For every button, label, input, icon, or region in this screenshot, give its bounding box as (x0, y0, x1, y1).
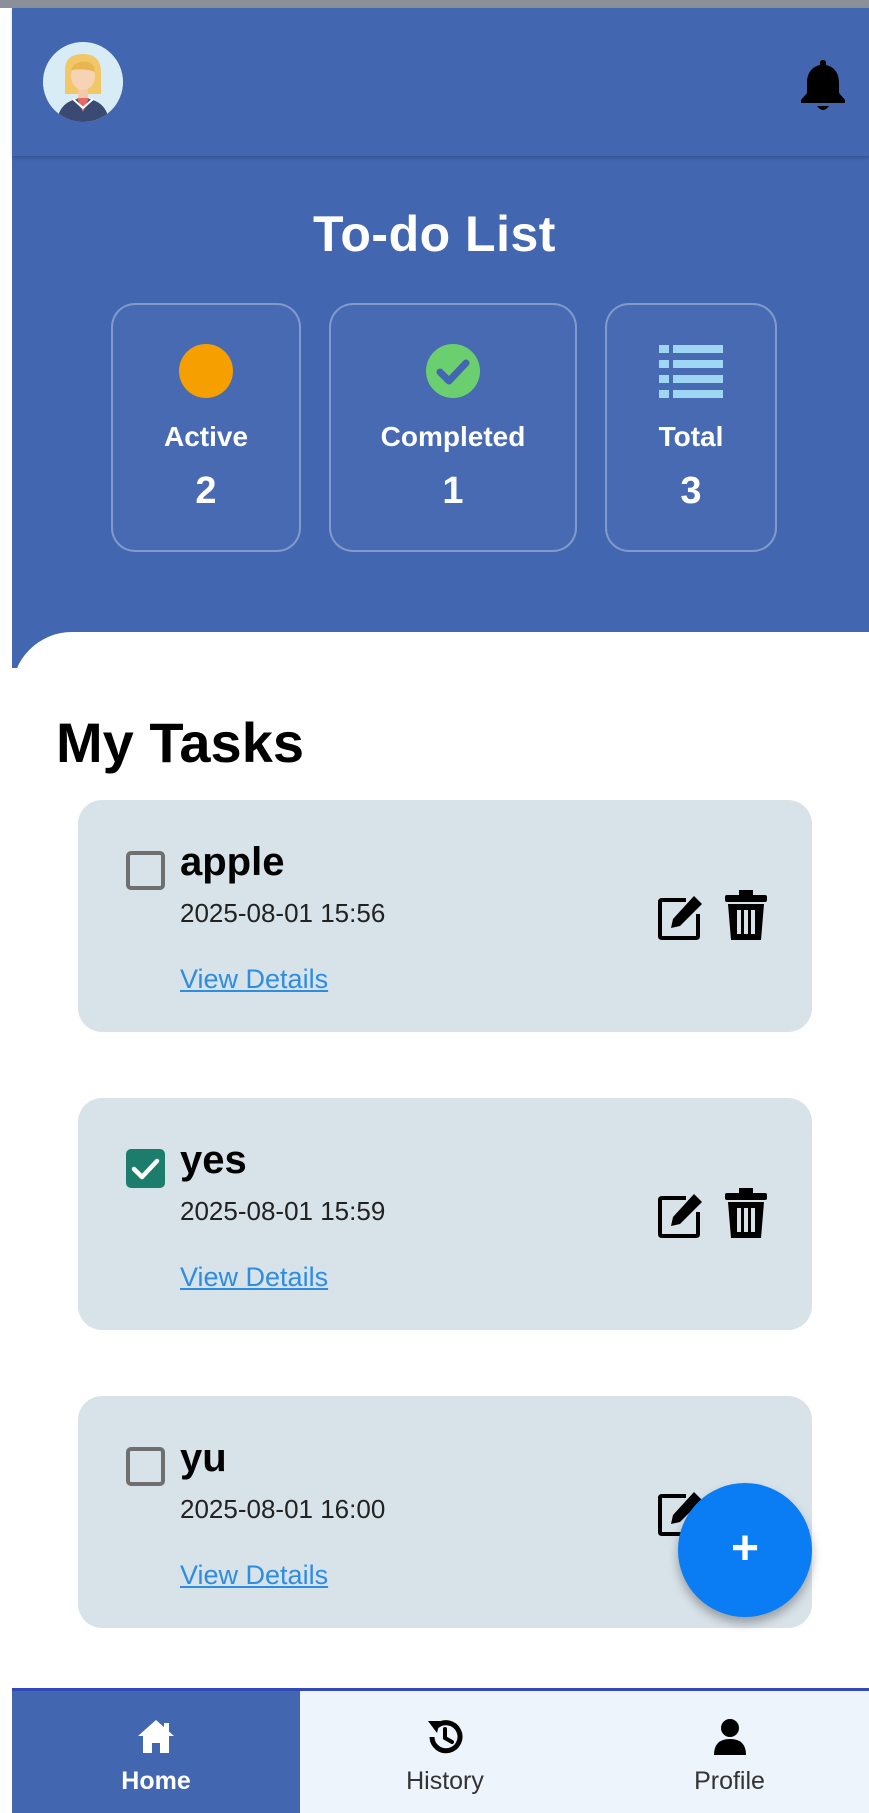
avatar[interactable] (43, 42, 123, 122)
task-date: 2025-08-01 15:59 (180, 1196, 386, 1226)
notification-button[interactable] (799, 56, 847, 112)
nav-label: History (406, 1767, 484, 1795)
nav-label: Home (121, 1767, 191, 1795)
page-title: To-do List (313, 206, 556, 262)
task-checkbox[interactable] (126, 851, 165, 890)
stat-value: 2 (195, 470, 217, 512)
user-icon (713, 1719, 746, 1755)
home-icon (138, 1720, 174, 1753)
task-title: apple (180, 840, 285, 884)
status-bar-line (0, 0, 869, 8)
stat-card-total[interactable]: Total 3 (605, 303, 777, 552)
delete-button[interactable] (724, 1188, 768, 1240)
task-checkbox[interactable] (126, 1149, 165, 1188)
stat-label: Completed (380, 421, 526, 452)
stat-label: Total (658, 421, 724, 452)
user-avatar-icon (43, 42, 123, 122)
edit-icon (658, 1194, 702, 1238)
stat-value: 3 (680, 470, 702, 512)
section-title: My Tasks (56, 711, 304, 774)
edit-button[interactable] (656, 892, 704, 942)
check-circle-icon (426, 344, 480, 398)
nav-item-profile[interactable]: Profile (590, 1691, 869, 1813)
task-card: yes 2025-08-01 15:59 View Details (78, 1098, 812, 1330)
task-checkbox[interactable] (126, 1447, 165, 1486)
bottom-nav: Home History Profile (12, 1688, 869, 1813)
view-details-link[interactable]: View Details (180, 1262, 328, 1293)
stat-card-active[interactable]: Active 2 (111, 303, 301, 552)
edit-icon (658, 896, 702, 940)
view-details-link[interactable]: View Details (180, 964, 328, 995)
task-card: apple 2025-08-01 15:56 View Details (78, 800, 812, 1032)
task-date: 2025-08-01 16:00 (180, 1494, 386, 1524)
nav-item-history[interactable]: History (300, 1691, 590, 1813)
list-icon (659, 345, 723, 398)
stat-label: Active (163, 421, 249, 452)
edit-button[interactable] (656, 1190, 704, 1240)
orange-circle-icon (179, 344, 233, 398)
app-header (12, 8, 869, 156)
nav-label: Profile (694, 1767, 765, 1795)
task-title: yes (180, 1138, 247, 1182)
view-details-link[interactable]: View Details (180, 1560, 328, 1591)
task-title: yu (180, 1436, 227, 1480)
stat-value: 1 (442, 470, 464, 512)
plus-icon: + (730, 1522, 760, 1575)
stat-card-completed[interactable]: Completed 1 (329, 303, 577, 552)
task-date: 2025-08-01 15:56 (180, 898, 386, 928)
history-icon (428, 1720, 463, 1754)
trash-icon (725, 890, 767, 940)
delete-button[interactable] (724, 890, 768, 942)
app-screen: To-do List Active 2 Completed 1 Total 3 (0, 0, 869, 1813)
trash-icon (725, 1188, 767, 1238)
nav-item-home[interactable]: Home (12, 1691, 300, 1813)
checkmark-icon (131, 1158, 160, 1180)
add-task-button[interactable]: + (678, 1483, 812, 1617)
bell-icon (801, 60, 845, 110)
